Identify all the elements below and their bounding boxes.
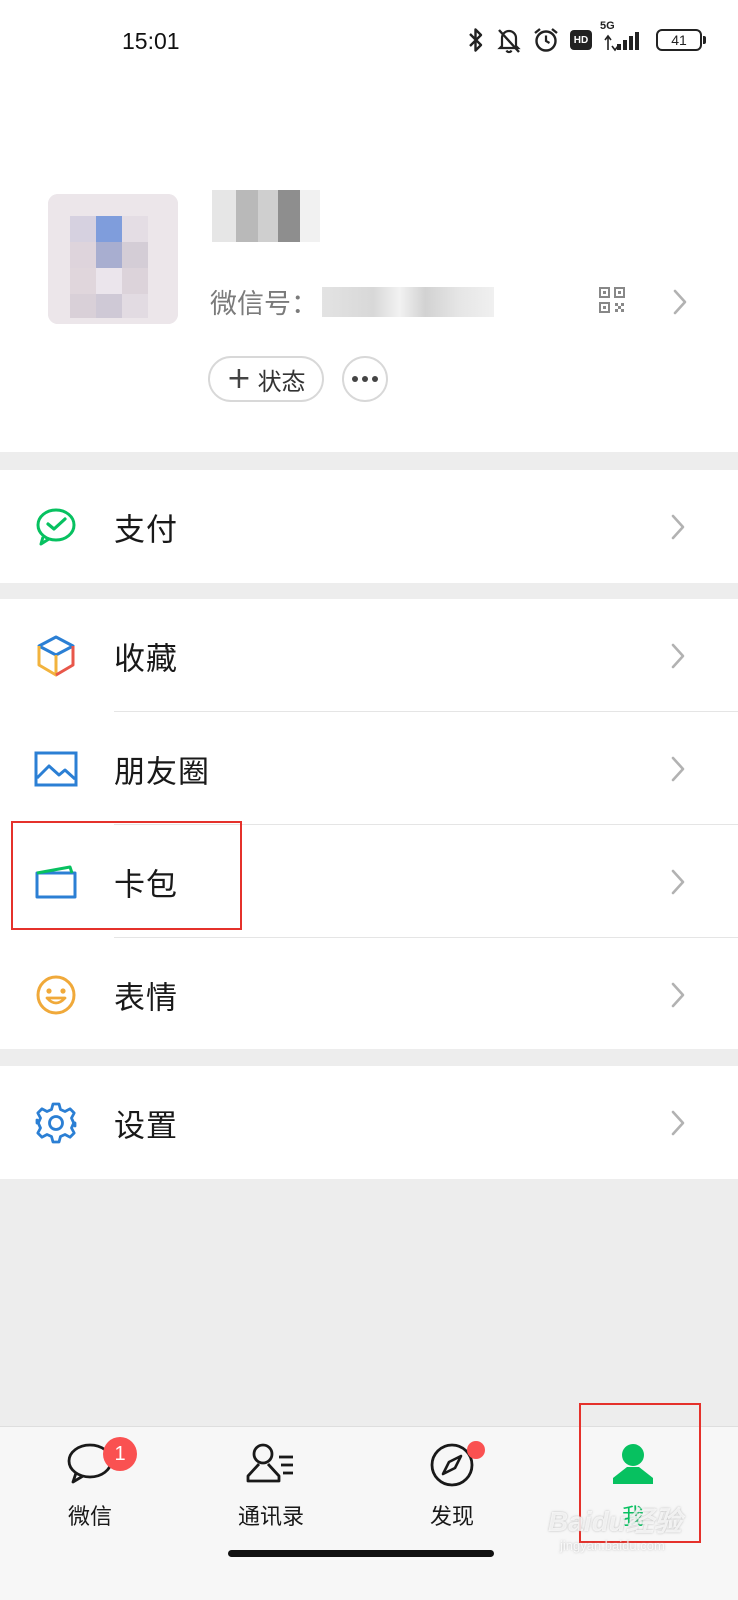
watermark: Baidu经验	[548, 1506, 682, 1537]
tab-label: 发现	[429, 1505, 474, 1530]
tab-contacts[interactable]: 通讯录	[191, 1427, 351, 1547]
signal-icon: 5G	[600, 20, 646, 54]
hd-badge: HD	[570, 30, 592, 50]
menu-group-pay: 支付	[0, 470, 738, 583]
wechat-id-label: 微信号：	[210, 289, 318, 320]
menu-item-label: 表情	[114, 980, 178, 1016]
menu-item-label: 支付	[114, 512, 178, 548]
chevron-right-icon	[671, 643, 685, 668]
menu-item-pay[interactable]: 支付	[0, 470, 738, 583]
bluetooth-icon	[469, 28, 483, 52]
wechat-pay-icon	[34, 505, 78, 549]
chevron-right-icon	[671, 982, 685, 1007]
menu-group-settings: 设置	[0, 1066, 738, 1179]
profile-card[interactable]: 微信号： + 状态	[0, 86, 738, 452]
nickname-blurred	[212, 190, 320, 242]
annotation-box-cards	[11, 821, 242, 930]
chevron-right-icon	[671, 869, 685, 894]
wechat-id: 微信号：	[210, 282, 494, 321]
more-button[interactable]	[342, 356, 388, 402]
mute-bell-icon	[497, 29, 521, 54]
status-button-label: 状态	[257, 367, 306, 396]
new-content-dot	[467, 1441, 485, 1459]
add-status-button[interactable]: + 状态	[208, 356, 324, 402]
unread-badge: 1	[103, 1437, 137, 1471]
network-type: 5G	[600, 20, 615, 32]
plus-icon: +	[226, 361, 252, 396]
menu-item-moments[interactable]: 朋友圈	[0, 712, 738, 825]
status-icons: HD 5G 41	[466, 20, 706, 56]
tab-discover[interactable]: 发现	[372, 1427, 532, 1547]
menu-item-stickers[interactable]: 表情	[0, 938, 738, 1051]
wechat-id-value-blurred	[322, 286, 494, 317]
tab-chats[interactable]: 1 微信	[10, 1427, 170, 1547]
menu-item-label: 收藏	[114, 641, 178, 677]
status-bar: 15:01 HD 5G 41	[0, 0, 738, 86]
chevron-right-icon	[673, 289, 687, 315]
qr-code-icon[interactable]	[598, 286, 626, 314]
battery-indicator: 41	[656, 29, 706, 51]
alarm-icon	[534, 28, 558, 52]
chevron-right-icon	[671, 756, 685, 781]
ellipsis-icon	[352, 376, 378, 382]
watermark-sub: jingyan.baidu.com	[560, 1538, 665, 1553]
avatar[interactable]	[48, 194, 178, 324]
gear-icon	[34, 1101, 78, 1145]
cube-icon	[34, 634, 78, 678]
menu-item-favorites[interactable]: 收藏	[0, 599, 738, 712]
menu-item-settings[interactable]: 设置	[0, 1066, 738, 1179]
chevron-right-icon	[671, 514, 685, 539]
contacts-icon	[246, 1443, 293, 1483]
menu-item-label: 朋友圈	[114, 754, 210, 790]
tab-label: 微信	[67, 1505, 112, 1530]
tab-label: 通讯录	[237, 1505, 304, 1530]
status-time: 15:01	[122, 28, 180, 54]
menu-item-label: 设置	[114, 1108, 178, 1144]
home-indicator[interactable]	[228, 1550, 494, 1557]
image-icon	[34, 747, 78, 791]
smiley-icon	[34, 973, 78, 1017]
chevron-right-icon	[671, 1110, 685, 1135]
